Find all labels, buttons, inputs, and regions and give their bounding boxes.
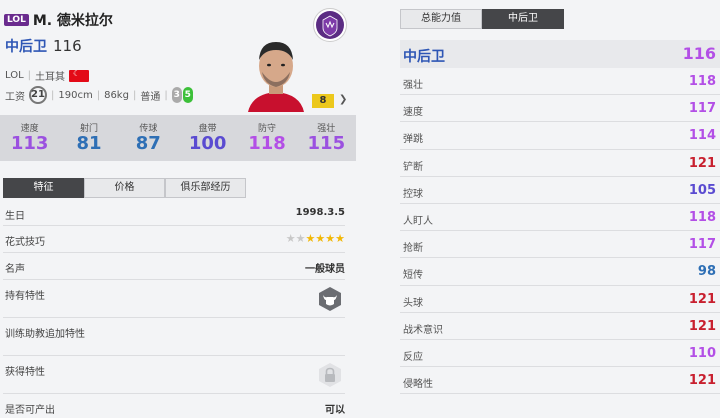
row-tradable: 是否可产出 可以 xyxy=(3,394,345,418)
star-icon: ★ xyxy=(325,232,336,245)
weight-value: 86kg xyxy=(104,89,129,101)
attr-row: 铲断 121 xyxy=(400,150,720,177)
foot-icon: 3 5 xyxy=(171,87,193,103)
stat-passing: 传球 87 xyxy=(135,124,161,154)
player-portrait xyxy=(242,32,310,112)
level-badge[interactable]: 8 xyxy=(312,94,334,108)
position-row: 中后卫 116 xyxy=(5,36,82,56)
stat-dribbling: 盘带 100 xyxy=(188,124,227,154)
tab-traits[interactable]: 特征 xyxy=(3,178,84,198)
attr-row: 短传 98 xyxy=(400,258,720,286)
lock-icon[interactable] xyxy=(317,362,343,388)
birthday-value: 1998.3.5 xyxy=(295,207,345,218)
tab-club-history[interactable]: 俱乐部经历 xyxy=(165,178,246,198)
stat-physical: 强壮 115 xyxy=(307,124,346,154)
nationality-label: 土耳其 xyxy=(35,72,66,83)
weak-foot-left: 3 xyxy=(171,87,182,103)
row-traits: 持有特性 xyxy=(3,280,345,318)
stat-shooting: 射门 81 xyxy=(76,124,102,154)
star-icon: ★ xyxy=(335,232,345,245)
attr-row: 反应 110 xyxy=(400,340,720,368)
row-reputation: 名声 一般球员 xyxy=(3,253,345,280)
body-type-value: 普通 xyxy=(140,91,161,103)
star-icon: ★ xyxy=(305,232,316,245)
attr-row: 弹跳 114 xyxy=(400,122,720,150)
attr-row: 侵略性 121 xyxy=(400,367,720,395)
player-name: M. 德米拉尔 xyxy=(32,13,113,29)
season-badge: LOL xyxy=(4,14,29,26)
position-label: 中后卫 xyxy=(5,39,47,55)
player-header: LOL M. 德米拉尔 xyxy=(4,10,113,30)
stat-defending: 防守 118 xyxy=(248,124,286,154)
attr-row: 速度 117 xyxy=(400,95,720,123)
player-info-panel: LOL M. 德米拉尔 中后卫 116 LOL | 土耳其 工资 21 | 19… xyxy=(0,0,358,418)
league-label: LOL xyxy=(5,70,24,81)
row-birthday: 生日 1998.3.5 xyxy=(3,200,345,226)
row-coach-traits: 训练助教追加特性 xyxy=(3,318,345,356)
ability-tabs: 总能力值 中后卫 xyxy=(400,9,564,29)
skill-stars: ★★★★★★ xyxy=(286,232,345,245)
chevron-down-icon[interactable]: ❯ xyxy=(339,94,347,105)
row-acquired-traits: 获得特性 xyxy=(3,356,345,394)
height-value: 190cm xyxy=(58,89,93,101)
summary-stats-bar: 速度 113 射门 81 传球 87 盘带 100 防守 118 强壮 115 xyxy=(0,115,356,161)
detail-rows: 生日 1998.3.5 花式技巧 ★★★★★★ 名声 一般球员 持有特性 训练助… xyxy=(3,200,345,418)
overall-rating-row: 中后卫 116 xyxy=(400,40,720,68)
attr-row: 强壮 118 xyxy=(400,68,720,96)
tab-price[interactable]: 价格 xyxy=(84,178,165,198)
wage-value: 21 xyxy=(29,86,47,104)
attr-row: 抢断 117 xyxy=(400,231,720,259)
club-logo-icon xyxy=(313,8,347,42)
stat-speed: 速度 113 xyxy=(10,124,49,154)
star-icon: ★ xyxy=(315,232,326,245)
tab-overall-ability[interactable]: 总能力值 xyxy=(400,9,482,29)
weak-foot-right: 5 xyxy=(182,87,193,103)
row-skill-moves: 花式技巧 ★★★★★★ xyxy=(3,226,345,253)
attr-row: 人盯人 118 xyxy=(400,204,720,232)
attr-row: 控球 105 xyxy=(400,177,720,204)
tab-center-back[interactable]: 中后卫 xyxy=(482,9,564,29)
tradable-value: 可以 xyxy=(325,405,345,416)
detail-tabs: 特征 价格 俱乐部经历 xyxy=(3,178,246,198)
attr-row: 头球 121 xyxy=(400,286,720,313)
turkey-flag-icon xyxy=(69,69,90,82)
reputation-value: 一般球员 xyxy=(305,264,345,275)
league-nation-row: LOL | 土耳其 xyxy=(5,68,90,83)
physical-info-row: 工资 21 | 190cm | 86kg | 普通 | 3 5 xyxy=(5,86,193,104)
overall-label: 中后卫 xyxy=(403,49,445,65)
star-icon: ★ xyxy=(295,232,306,245)
star-icon: ★ xyxy=(285,232,296,245)
position-rating: 116 xyxy=(53,37,82,55)
attr-row: 战术意识 121 xyxy=(400,313,720,340)
overall-value: 116 xyxy=(682,44,716,63)
bull-icon[interactable] xyxy=(317,286,343,312)
wage-label: 工资 xyxy=(5,91,25,103)
attribute-list: 强壮 118 速度 117 弹跳 114 铲断 121 控球 105 人盯人 118 抢断 1… xyxy=(400,68,720,395)
